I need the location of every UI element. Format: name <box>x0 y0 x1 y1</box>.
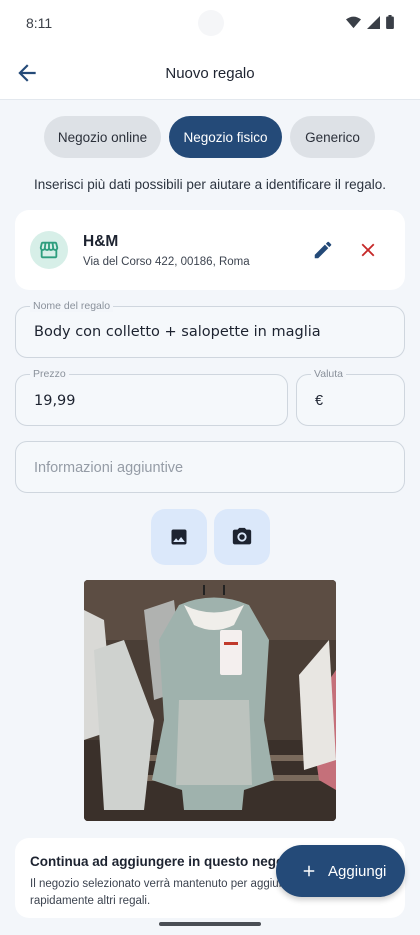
battery-icon <box>386 15 394 29</box>
add-gift-label: Aggiungi <box>328 862 387 880</box>
store-card: H&M Via del Corso 422, 00186, Roma <box>15 210 405 290</box>
store-name: H&M <box>83 233 119 250</box>
tab-physical-store[interactable]: Negozio fisico <box>169 116 282 158</box>
remove-store-button[interactable] <box>354 236 382 264</box>
gesture-navigation-bar[interactable] <box>159 922 261 926</box>
price-label: Prezzo <box>30 368 69 380</box>
app-bar: Nuovo regalo <box>0 46 420 100</box>
store-type-tabs: Negozio online Negozio fisico Generico <box>44 116 375 158</box>
store-address: Via del Corso 422, 00186, Roma <box>83 256 250 268</box>
tab-online-store[interactable]: Negozio online <box>44 116 161 158</box>
plus-icon <box>303 865 315 877</box>
tab-generic[interactable]: Generico <box>290 116 375 158</box>
price-value: 19,99 <box>34 393 76 409</box>
add-from-gallery-button[interactable] <box>151 509 207 565</box>
price-field[interactable]: Prezzo 19,99 <box>15 368 288 426</box>
image-icon <box>171 529 187 545</box>
camera-cutout <box>198 10 224 36</box>
signal-icon <box>367 15 380 29</box>
additional-info-field[interactable]: Informazioni aggiuntive <box>15 441 405 493</box>
status-time: 8:11 <box>26 15 53 31</box>
storefront-icon <box>30 231 68 269</box>
currency-value: € <box>315 393 324 409</box>
close-icon <box>361 243 375 257</box>
continue-in-store-text: Il negozio selezionato verrà mantenuto p… <box>30 878 309 907</box>
gift-photo <box>84 580 336 821</box>
add-gift-button[interactable]: Aggiungi <box>276 845 405 897</box>
currency-label: Valuta <box>311 368 346 380</box>
continue-in-store-title: Continua ad aggiungere in questo negozio <box>30 854 303 869</box>
hint-text: Inserisci più dati possibili per aiutare… <box>34 177 386 192</box>
take-photo-button[interactable] <box>214 509 270 565</box>
gift-name-field[interactable]: Nome del regalo Body con colletto + salo… <box>15 300 405 358</box>
wifi-icon <box>346 16 361 28</box>
gift-name-value: Body con colletto + salopette in maglia <box>34 324 321 340</box>
additional-info-placeholder: Informazioni aggiuntive <box>34 460 184 476</box>
camera-icon <box>232 527 252 545</box>
page-title: Nuovo regalo <box>165 65 255 82</box>
currency-field[interactable]: Valuta € <box>296 368 405 426</box>
gift-name-label: Nome del regalo <box>30 300 114 312</box>
status-bar: 8:11 <box>0 0 420 46</box>
pencil-icon <box>314 241 332 259</box>
edit-store-button[interactable] <box>309 236 337 264</box>
status-icons <box>346 15 394 29</box>
